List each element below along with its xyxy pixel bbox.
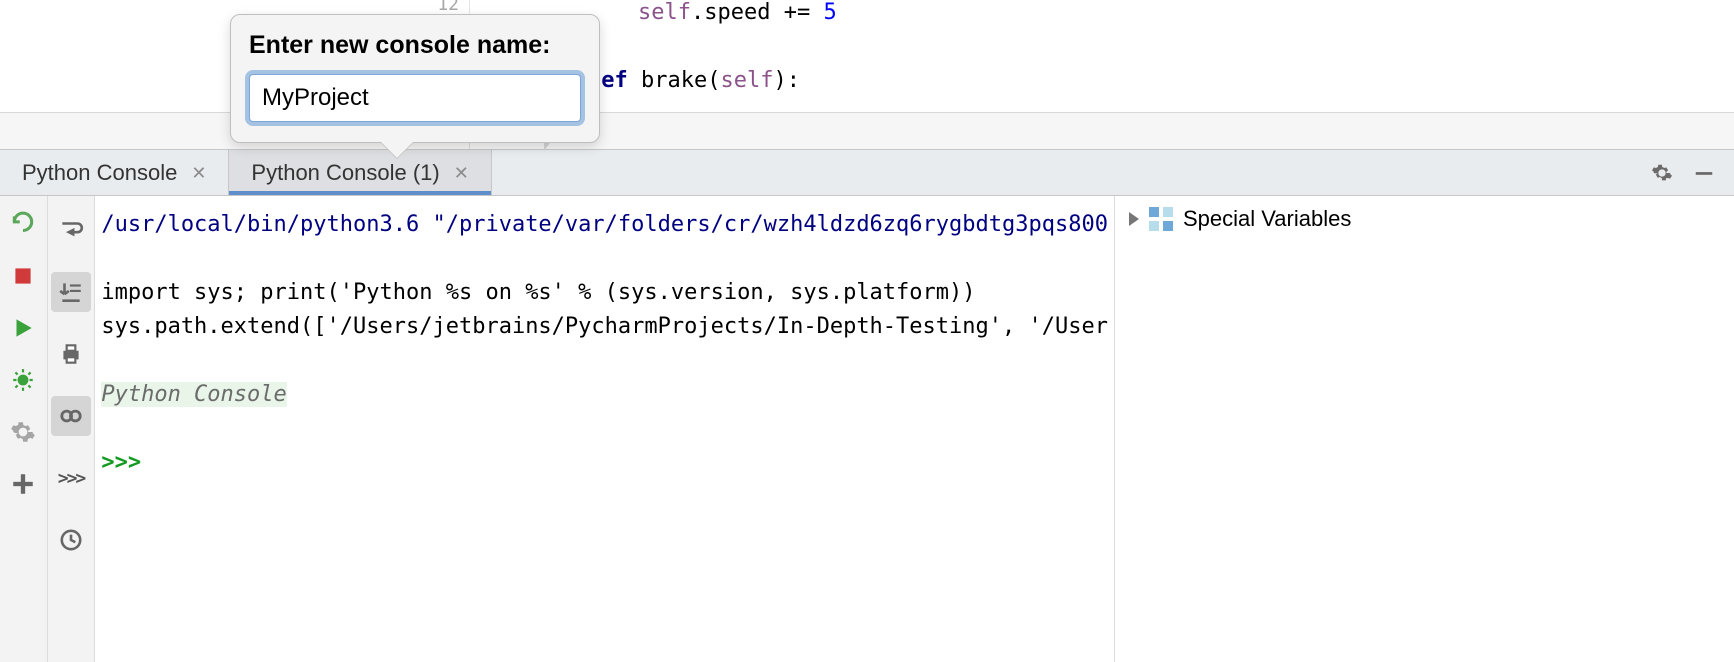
variables-pane: Special Variables — [1114, 196, 1734, 662]
code-token: ): — [773, 68, 800, 93]
console-left-toolbar — [0, 196, 48, 662]
run-icon[interactable] — [9, 314, 37, 342]
scroll-to-end-icon[interactable] — [51, 272, 91, 312]
editor-content[interactable]: self.speed += 5 def brake(self): — [470, 0, 1734, 112]
code-token-self: self — [720, 68, 773, 93]
tab-python-console[interactable]: Python Console ✕ — [0, 150, 229, 195]
rename-console-popup: Enter new console name: — [230, 14, 600, 143]
tab-label: Python Console — [22, 160, 177, 186]
show-variables-icon[interactable] — [51, 396, 91, 436]
expand-icon[interactable] — [1129, 212, 1139, 226]
rerun-icon[interactable] — [9, 210, 37, 238]
console-name-input[interactable] — [249, 74, 581, 122]
new-console-icon[interactable] — [9, 470, 37, 498]
code-token-number: 5 — [823, 0, 836, 25]
code-editor: 12 self.speed += 5 def brake(self): Ente… — [0, 0, 1734, 112]
popup-label: Enter new console name: — [249, 31, 581, 60]
debug-icon[interactable] — [9, 366, 37, 394]
gear-icon[interactable] — [1650, 161, 1674, 185]
console-line: sys.path.extend(['/Users/jetbrains/Pycha… — [101, 314, 1108, 339]
console-line: /usr/local/bin/python3.6 "/private/var/f… — [101, 212, 1108, 237]
console-line: import sys; print('Python %s on %s' % (s… — [101, 280, 975, 305]
console-prompt: >>> — [101, 450, 154, 475]
chevrons-icon[interactable]: >>> — [51, 458, 91, 498]
code-token: .speed += — [691, 0, 823, 25]
tab-label: Python Console (1) — [251, 160, 439, 186]
close-icon[interactable]: ✕ — [454, 164, 469, 182]
variables-root-item[interactable]: Special Variables — [1129, 206, 1720, 232]
line-number: 12 — [437, 0, 459, 15]
console-right-toolbar: >>> — [48, 196, 96, 662]
settings-icon[interactable] — [9, 418, 37, 446]
code-token-self: self — [638, 0, 691, 25]
variables-group-icon — [1149, 207, 1173, 231]
soft-wrap-icon[interactable] — [51, 210, 91, 250]
console-tabs: Python Console ✕ Python Console (1) ✕ — [0, 150, 1734, 196]
console-body: >>> /usr/local/bin/python3.6 "/private/v… — [0, 196, 1734, 662]
console-source-label: Python Console — [101, 382, 286, 407]
history-icon[interactable] — [51, 520, 91, 560]
print-icon[interactable] — [51, 334, 91, 374]
hide-icon[interactable] — [1692, 161, 1716, 185]
toolwindow-actions — [1650, 150, 1734, 195]
close-icon[interactable]: ✕ — [191, 164, 206, 182]
variables-root-label: Special Variables — [1183, 206, 1351, 232]
console-output[interactable]: /usr/local/bin/python3.6 "/private/var/f… — [95, 196, 1114, 662]
code-token: brake( — [628, 68, 721, 93]
stop-icon[interactable] — [9, 262, 37, 290]
tab-python-console-1[interactable]: Python Console (1) ✕ — [229, 150, 491, 195]
console-main: /usr/local/bin/python3.6 "/private/var/f… — [95, 196, 1734, 662]
